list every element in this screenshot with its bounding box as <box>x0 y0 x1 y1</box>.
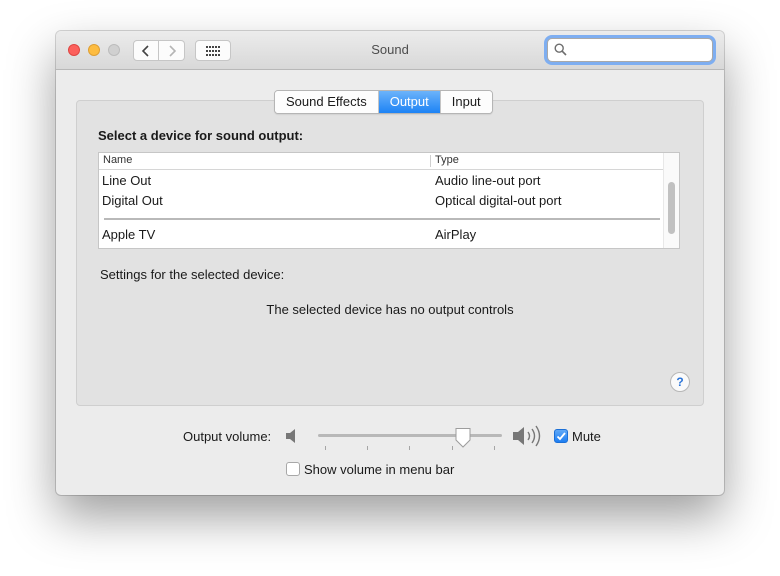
help-icon: ? <box>676 375 684 389</box>
device-name: Line Out <box>102 173 152 188</box>
tab-sound-effects[interactable]: Sound Effects <box>275 91 379 113</box>
device-name: Apple TV <box>102 227 156 242</box>
slider-tick <box>494 446 495 450</box>
mute-checkbox[interactable] <box>554 429 568 443</box>
output-volume-label: Output volume: <box>183 429 272 444</box>
volume-slider-thumb[interactable] <box>454 427 472 449</box>
tab-input[interactable]: Input <box>440 91 492 113</box>
table-row[interactable]: Digital Out Optical digital-out port <box>99 191 665 211</box>
table-scrollbar[interactable] <box>663 153 679 248</box>
tab-bar: Sound Effects Output Input <box>274 90 493 114</box>
volume-slider-track[interactable] <box>318 434 502 437</box>
slider-tick <box>325 446 326 450</box>
search-input[interactable] <box>570 42 710 60</box>
column-divider <box>430 155 431 167</box>
slider-tick <box>367 446 368 450</box>
no-output-controls-message: The selected device has no output contro… <box>266 302 514 317</box>
column-header-type[interactable]: Type <box>435 154 459 166</box>
scrollbar-thumb[interactable] <box>668 182 675 234</box>
settings-label: Settings for the selected device: <box>100 267 285 282</box>
select-device-label: Select a device for sound output: <box>98 128 304 143</box>
device-type: AirPlay <box>435 227 477 242</box>
show-volume-in-menu-bar-checkbox[interactable] <box>286 462 300 476</box>
table-row[interactable]: Line Out Audio line-out port <box>99 171 665 191</box>
speaker-low-icon <box>286 429 295 443</box>
tab-output[interactable]: Output <box>378 91 441 113</box>
speaker-high-icon <box>513 425 541 447</box>
table-row[interactable]: Apple TV AirPlay <box>99 225 665 245</box>
title-bar: Sound <box>56 31 724 70</box>
search-icon <box>554 43 567 56</box>
slider-tick <box>452 446 453 450</box>
slider-tick <box>409 446 410 450</box>
device-group-separator <box>104 218 660 220</box>
sound-preferences-window: Sound Sound Effects Output Input Select … <box>56 31 724 495</box>
mute-label[interactable]: Mute <box>572 429 601 444</box>
help-button[interactable]: ? <box>670 372 690 392</box>
table-header: Name Type <box>99 153 665 170</box>
device-name: Digital Out <box>102 193 163 208</box>
search-field[interactable] <box>547 38 713 62</box>
show-volume-in-menu-bar-label[interactable]: Show volume in menu bar <box>304 462 454 477</box>
device-type: Optical digital-out port <box>435 193 562 208</box>
checkmark-icon <box>556 432 566 441</box>
device-type: Audio line-out port <box>435 173 541 188</box>
output-device-table[interactable]: Name Type Line Out Audio line-out port D… <box>98 152 680 249</box>
output-panel <box>76 100 704 406</box>
column-header-name[interactable]: Name <box>103 154 132 166</box>
